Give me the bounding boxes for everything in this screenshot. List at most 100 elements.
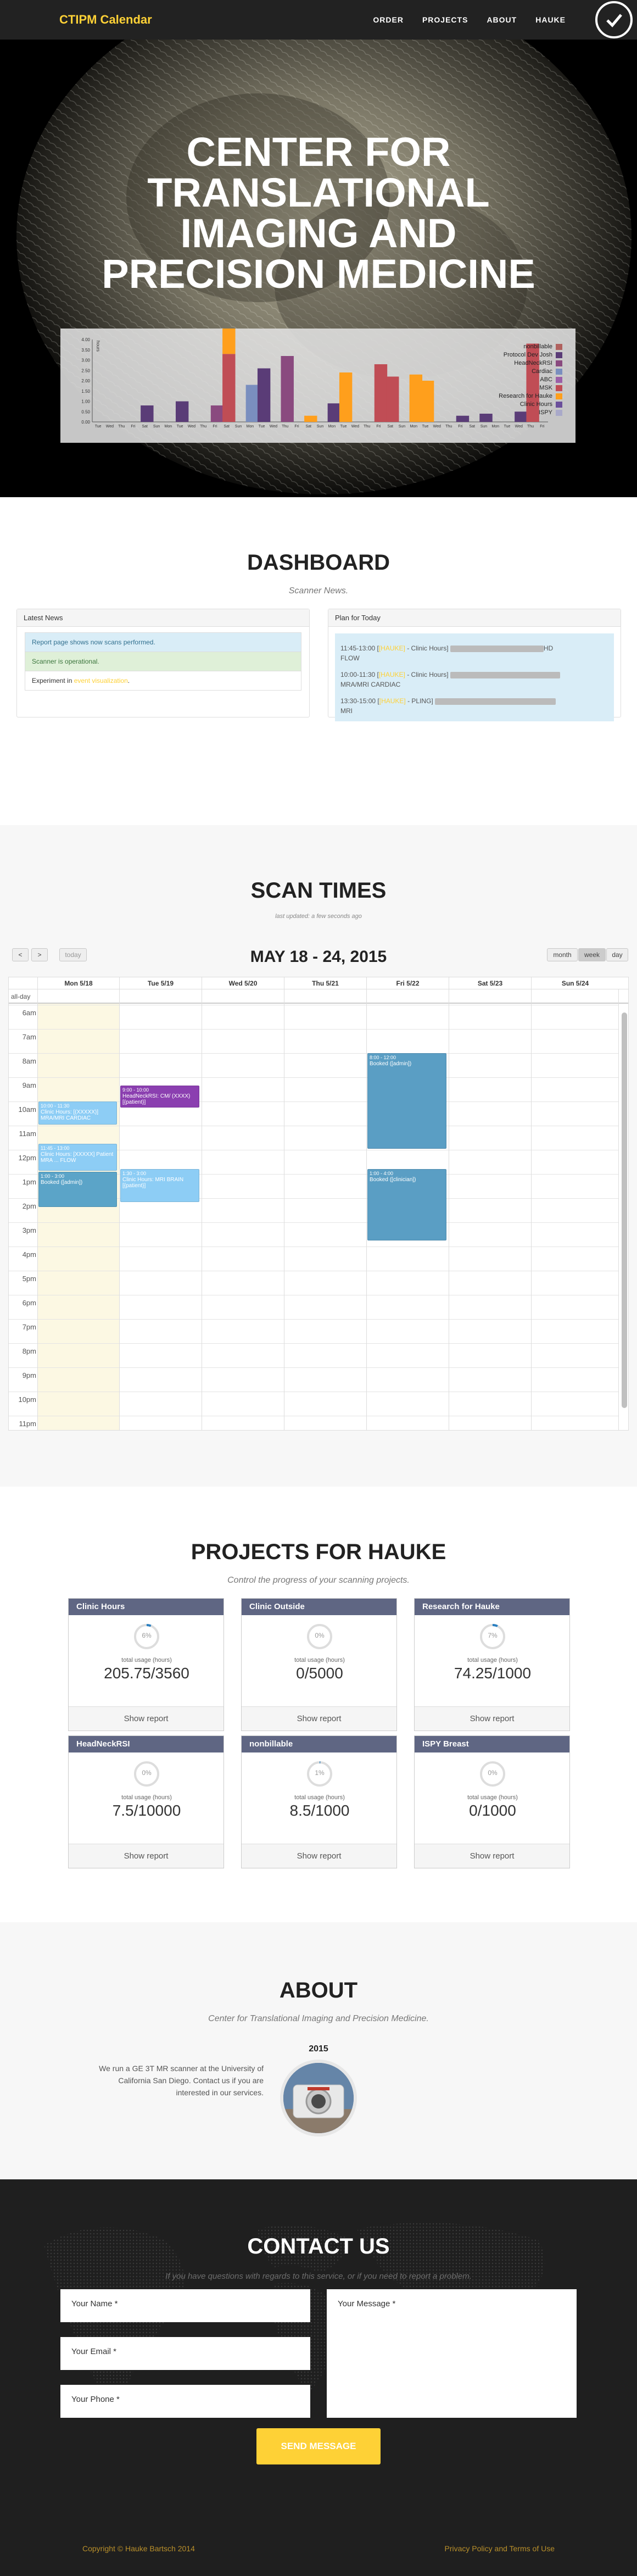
- project-name: ISPY Breast: [415, 1736, 569, 1752]
- plan-item: 10:00-11:30 [[HAUKE] - Clinic Hours] MRA…: [340, 670, 608, 689]
- show-report-button[interactable]: Show report: [242, 1706, 396, 1731]
- plan-tag[interactable]: [HAUKE]: [379, 697, 406, 705]
- day-column-divider: [37, 989, 38, 1430]
- day-view-button[interactable]: day: [606, 948, 628, 961]
- progress-percent: 6%: [142, 1632, 152, 1639]
- hero-title: CENTER FOR TRANSLATIONAL IMAGING AND PRE…: [0, 132, 637, 294]
- checkmark-icon[interactable]: [595, 1, 633, 38]
- calendar-event[interactable]: 10:00 - 11:30 Clinic Hours: [(XXXXX)] MRA…: [38, 1101, 117, 1125]
- show-report-button[interactable]: Show report: [415, 1844, 569, 1868]
- calendar-scrollbar[interactable]: [622, 1012, 627, 1408]
- calendar-event[interactable]: 1:00 - 4:00 Booked ([clinician]): [367, 1169, 446, 1241]
- hour-row[interactable]: 7pm: [9, 1319, 618, 1343]
- nav-about[interactable]: ABOUT: [487, 15, 517, 24]
- hour-row[interactable]: 5pm: [9, 1271, 618, 1295]
- hero-title-line: TRANSLATIONAL: [147, 170, 490, 215]
- chart-bar: [386, 376, 399, 422]
- event-title: Clinic Hours: [XXXXX] Patient MRA ... FL…: [41, 1151, 114, 1164]
- month-view-button[interactable]: month: [547, 948, 578, 961]
- x-tick-label: Fri: [131, 425, 136, 429]
- x-tick-label: Sun: [317, 425, 324, 429]
- usage-value: 0/1000: [469, 1802, 516, 1819]
- event-visualization-link[interactable]: event visualization: [74, 677, 128, 685]
- plan-tag[interactable]: [HAUKE]: [379, 644, 405, 652]
- plan-item: 13:30-15:00 [[HAUKE] - PLING] MRI: [340, 696, 608, 716]
- scan-times-section: SCAN TIMES last updated: a few seconds a…: [0, 825, 637, 1487]
- legend-label: ABC: [540, 376, 552, 383]
- calendar-event[interactable]: 1:30 - 3:00 Clinic Hours: MRI BRAIN [{pat…: [120, 1169, 199, 1202]
- x-tick-label: Fri: [540, 425, 545, 429]
- day-header: Wed 5/20: [202, 977, 284, 989]
- x-tick-label: Thu: [200, 425, 206, 429]
- show-report-button[interactable]: Show report: [69, 1706, 223, 1731]
- chart-bar: [374, 364, 388, 422]
- plan-tag[interactable]: [HAUKE]: [379, 671, 405, 678]
- calendar-range-title: MAY 18 - 24, 2015: [250, 948, 387, 966]
- event-title: Booked ([admin]): [370, 1061, 412, 1067]
- hour-row[interactable]: 9pm: [9, 1367, 618, 1392]
- email-field[interactable]: Your Email *: [60, 2337, 310, 2370]
- nav-order[interactable]: ORDER: [373, 15, 404, 24]
- name-field[interactable]: Your Name *: [60, 2289, 310, 2322]
- show-report-button[interactable]: Show report: [242, 1844, 396, 1868]
- x-tick-label: Fri: [376, 425, 381, 429]
- message-field[interactable]: Your Message *: [327, 2289, 577, 2418]
- hour-row[interactable]: 6am: [9, 1005, 618, 1029]
- nav-projects[interactable]: PROJECTS: [422, 15, 468, 24]
- phone-field[interactable]: Your Phone *: [60, 2385, 310, 2418]
- privacy-policy-link[interactable]: Privacy Policy and Terms of Use: [445, 2544, 555, 2553]
- event-time: 1:00 - 4:00: [370, 1171, 394, 1177]
- week-view-button[interactable]: week: [578, 948, 606, 961]
- day-column-divider: [618, 989, 619, 1430]
- hero-title-line: CENTER FOR: [186, 129, 451, 175]
- progress-percent: 0%: [142, 1769, 152, 1777]
- calendar-event[interactable]: 1:00 - 3:00 Booked ([admin]): [38, 1171, 117, 1207]
- x-tick-label: Mon: [410, 425, 417, 429]
- plan-tail: MRA/MRI CARDIAC: [340, 681, 401, 688]
- hour-row[interactable]: 4pm: [9, 1247, 618, 1271]
- project-card: HeadNeckRSI 0% total usage (hours) 7.5/1000…: [68, 1735, 224, 1868]
- calendar-event[interactable]: 9:00 - 10:00 HeadNeckRSI: CM/ (XXXX) [{pa…: [120, 1086, 199, 1108]
- hour-row[interactable]: 7am: [9, 1029, 618, 1053]
- chart-bar: [456, 415, 470, 422]
- x-tick-label: Sun: [480, 425, 488, 429]
- send-message-button[interactable]: SEND MESSAGE: [256, 2428, 381, 2464]
- show-report-button[interactable]: Show report: [69, 1844, 223, 1868]
- hour-row[interactable]: 9am: [9, 1077, 618, 1101]
- y-axis-label: hours: [96, 341, 100, 352]
- y-tick-label: 3.50: [81, 348, 90, 353]
- calendar-event[interactable]: 11:45 - 13:00 Clinic Hours: [XXXXX] Patie…: [38, 1144, 117, 1171]
- hour-row[interactable]: 8pm: [9, 1343, 618, 1367]
- x-tick-label: Sat: [305, 425, 311, 429]
- plan-label: - Clinic Hours]: [405, 644, 450, 652]
- x-tick-label: Sun: [235, 425, 242, 429]
- event-time: 8:00 - 12:00: [370, 1055, 396, 1060]
- calendar-header-row: Mon 5/18 Tue 5/19 Wed 5/20 Thu 5/21 Fri …: [9, 977, 628, 989]
- all-day-label: all-day: [11, 993, 31, 1000]
- news-item: Scanner is operational.: [25, 652, 301, 671]
- hour-row[interactable]: 10pm: [9, 1392, 618, 1416]
- hour-row[interactable]: 8am: [9, 1053, 618, 1077]
- brand-link[interactable]: CTIPM Calendar: [59, 13, 152, 27]
- plan-label: - PLING]: [405, 697, 435, 705]
- hour-row[interactable]: 11pm: [9, 1416, 618, 1430]
- x-tick-label: Sat: [223, 425, 230, 429]
- show-report-button[interactable]: Show report: [415, 1706, 569, 1731]
- navbar: CTIPM Calendar ORDER PROJECTS ABOUT HAUK…: [0, 0, 637, 40]
- plan-item: 11:45-13:00 [[HAUKE] - Clinic Hours] HD …: [340, 644, 554, 662]
- calendar-event[interactable]: 8:00 - 12:00 Booked ([admin]): [367, 1053, 446, 1149]
- hour-row[interactable]: 3pm: [9, 1222, 618, 1247]
- usage-label: total usage (hours): [121, 1657, 172, 1663]
- scan-times-title: SCAN TIMES: [250, 878, 387, 903]
- contact-title: CONTACT US: [247, 2234, 390, 2258]
- hour-row[interactable]: 6pm: [9, 1295, 618, 1319]
- usage-label: total usage (hours): [467, 1657, 518, 1663]
- x-tick-label: Wed: [270, 425, 277, 429]
- hour-label: 5pm: [22, 1275, 36, 1283]
- news-text: Experiment in: [32, 677, 74, 685]
- copyright-text: Copyright © Hauke Bartsch 2014: [82, 2544, 195, 2553]
- day-column-divider: [531, 989, 532, 1430]
- nav-links: ORDER PROJECTS ABOUT HAUKE: [354, 0, 566, 40]
- nav-hauke[interactable]: HAUKE: [535, 15, 566, 24]
- contact-subtitle: If you have questions with regards to th…: [165, 2272, 472, 2281]
